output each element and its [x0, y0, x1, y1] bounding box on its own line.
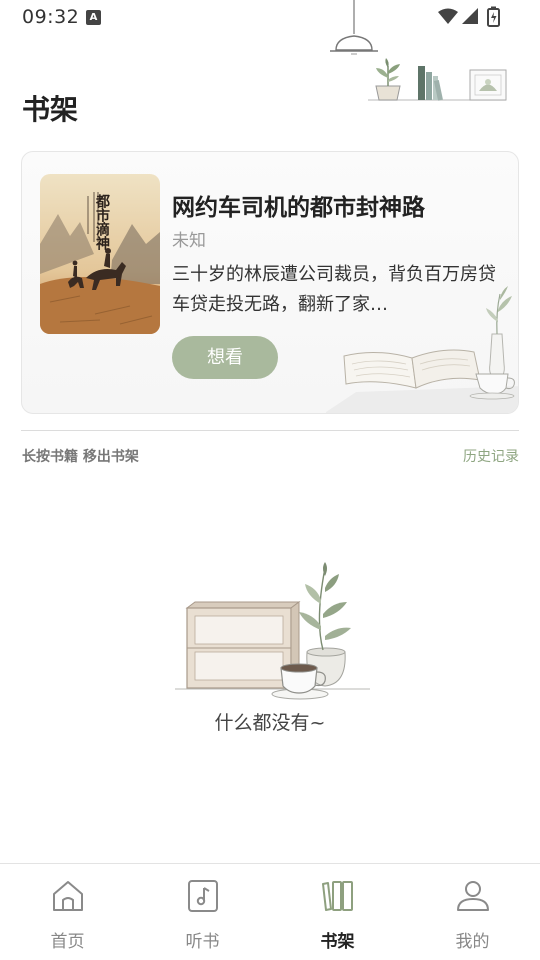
status-bar: 09:32 A [0, 0, 540, 34]
history-button[interactable]: 历史记录 [463, 446, 519, 466]
nav-label-home: 首页 [50, 932, 85, 952]
want-to-read-button[interactable]: 想看 [172, 336, 278, 379]
shelf-hint: 长按书籍 移出书架 [22, 449, 139, 465]
picture-frame-icon [469, 69, 507, 101]
divider [21, 430, 519, 431]
book-author: 未知 [172, 231, 206, 251]
signal-icon [462, 8, 478, 24]
battery-icon [487, 6, 500, 27]
bookshelf-icon [321, 881, 353, 911]
pendant-lamp-icon [330, 0, 378, 55]
nav-item-home[interactable]: 首页 [0, 864, 135, 960]
profile-icon [456, 881, 489, 911]
shelf-decoration [368, 58, 507, 101]
book-title[interactable]: 网约车司机的都市封神路 [172, 188, 425, 222]
empty-state-message: 什么都没有~ [214, 712, 326, 734]
page-title: 书架 [22, 93, 79, 126]
books-icon [418, 66, 443, 101]
nav-item-profile[interactable]: 我的 [405, 864, 540, 960]
music-note-icon [187, 880, 218, 912]
wifi-icon [438, 8, 458, 24]
book-cover[interactable]: 都市滴神 [40, 174, 160, 334]
potted-plant-icon [375, 58, 401, 101]
status-icons [438, 6, 500, 27]
book-cover-title: 都市滴神 [94, 194, 111, 251]
home-icon [52, 881, 83, 911]
bookshelf-page: 09:32 A 书架 都市滴神 网约车司机的都市封神路 未知 三十岁的林辰遭公司… [0, 0, 540, 960]
nav-label-listen: 听书 [185, 932, 220, 952]
status-time: 09:32 [22, 6, 80, 28]
vase-icon [486, 286, 512, 379]
open-book-decoration [326, 286, 518, 413]
bottom-navigation: 首页 听书 书架 我的 [0, 863, 540, 960]
empty-shelf-illustration [175, 562, 370, 700]
book-cover-art: 都市滴神 [40, 174, 160, 334]
nav-label-profile: 我的 [455, 932, 490, 952]
accessibility-badge-icon: A [86, 10, 101, 25]
recommend-book-card[interactable]: 都市滴神 网约车司机的都市封神路 未知 三十岁的林辰遭公司裁员，背负百万房贷车贷… [21, 151, 519, 414]
nav-item-listen[interactable]: 听书 [135, 864, 270, 960]
nav-label-bookshelf: 书架 [320, 932, 355, 952]
nav-item-bookshelf[interactable]: 书架 [270, 864, 405, 960]
open-book-icon [343, 349, 481, 389]
